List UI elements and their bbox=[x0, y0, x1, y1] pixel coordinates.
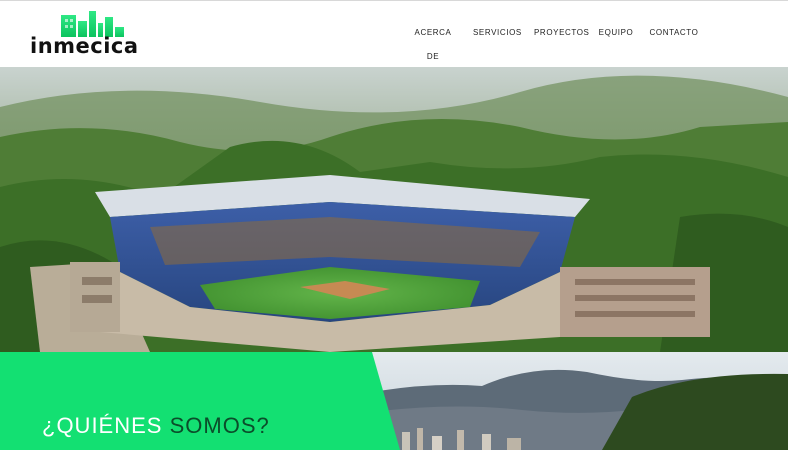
city-mountain-image bbox=[372, 352, 788, 450]
nav-label: ACERCA DE bbox=[414, 28, 452, 61]
nav-item-servicios[interactable]: SERVICIOS bbox=[473, 21, 522, 45]
nav-label: CONTACTO bbox=[649, 28, 699, 37]
about-section: ¿QUIÉNES SOMOS? bbox=[0, 352, 788, 450]
site-logo[interactable]: inmecica bbox=[30, 9, 142, 57]
site-header: inmecica INICIO ACERCA DE SERVICIOS PROY… bbox=[0, 0, 788, 67]
nav-item-acerca-de[interactable]: ACERCA DE bbox=[409, 21, 457, 61]
nav-item-equipo[interactable]: EQUIPO bbox=[598, 21, 634, 45]
nav-item-inicio[interactable]: INICIO bbox=[354, 21, 401, 45]
nav-item-proyectos[interactable]: PROYECTOS bbox=[534, 21, 589, 45]
about-heading-part1: ¿QUIÉNES bbox=[42, 413, 163, 438]
logo-wordmark: inmecica bbox=[30, 34, 139, 58]
about-heading-part2: SOMOS? bbox=[169, 413, 270, 438]
city-photo-illustration bbox=[372, 352, 788, 450]
nav-label: INICIO bbox=[363, 28, 392, 37]
nav-label: PROYECTOS bbox=[534, 28, 590, 37]
about-heading: ¿QUIÉNES SOMOS? bbox=[42, 413, 270, 439]
nav-label: SERVICIOS bbox=[473, 28, 522, 37]
stadium-illustration bbox=[0, 67, 788, 352]
nav-item-contacto[interactable]: CONTACTO bbox=[649, 21, 699, 45]
nav-label: EQUIPO bbox=[598, 28, 634, 37]
hero-stadium-image bbox=[0, 67, 788, 352]
